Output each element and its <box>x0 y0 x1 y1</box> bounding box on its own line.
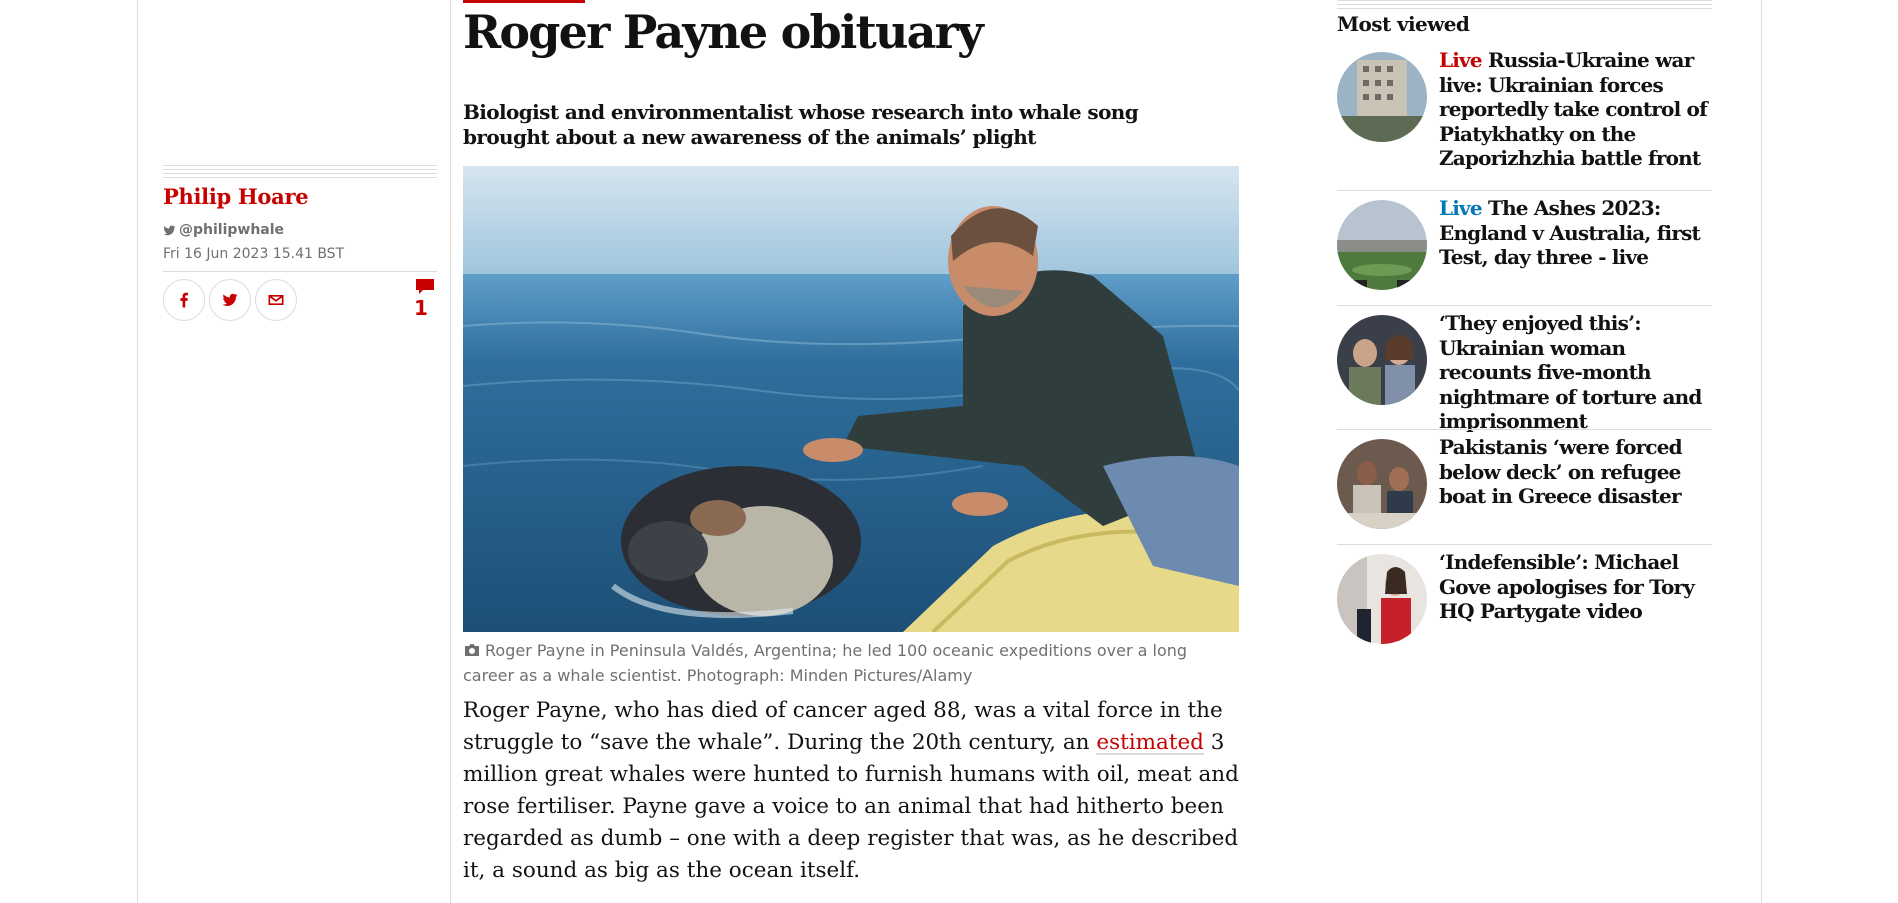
most-viewed-headline[interactable]: ‘They enjoyed this’: Ukrainian woman rec… <box>1439 311 1712 434</box>
most-viewed-title: Most viewed <box>1337 12 1470 36</box>
headline-text: ‘Indefensible’: Michael Gove apologises … <box>1439 550 1695 623</box>
live-kicker: Live <box>1439 48 1483 72</box>
main-photo[interactable] <box>463 166 1239 632</box>
item-separator <box>1337 544 1712 545</box>
most-viewed-item[interactable]: ‘They enjoyed this’: Ukrainian woman rec… <box>1337 305 1712 433</box>
headline-text: Pakistanis ‘were forced below deck’ on r… <box>1439 435 1683 508</box>
twitter-handle: @philipwhale <box>179 222 285 238</box>
share-email-button[interactable] <box>255 279 297 321</box>
meta-divider <box>163 271 437 272</box>
right-column-border <box>1761 0 1762 903</box>
most-viewed-headline[interactable]: ‘Indefensible’: Michael Gove apologises … <box>1439 550 1712 624</box>
twitter-handle-link[interactable]: @philipwhale <box>163 222 284 238</box>
caption-text: Roger Payne in Peninsula Valdés, Argenti… <box>463 641 1188 685</box>
live-kicker: Live <box>1439 196 1483 220</box>
facebook-icon <box>180 292 188 308</box>
estimated-link[interactable]: estimated <box>1096 730 1204 755</box>
most-viewed-headline[interactable]: Live Russia-Ukraine war live: Ukrainian … <box>1439 48 1712 171</box>
most-viewed-headline[interactable]: Pakistanis ‘were forced below deck’ on r… <box>1439 435 1712 509</box>
most-viewed-item[interactable]: ‘Indefensible’: Michael Gove apologises … <box>1337 544 1712 654</box>
twitter-bird-icon <box>163 225 176 235</box>
share-twitter-button[interactable] <box>209 279 251 321</box>
kicker-bar <box>463 0 585 3</box>
author-link[interactable]: Philip Hoare <box>163 184 309 209</box>
publish-date: Fri 16 Jun 2023 15.41 BST <box>163 246 345 262</box>
most-viewed-thumbnail <box>1337 315 1427 405</box>
photo-caption: Roger Payne in Peninsula Valdés, Argenti… <box>463 638 1239 688</box>
meta-rules <box>163 165 437 181</box>
item-separator <box>1337 190 1712 191</box>
twitter-icon <box>222 293 238 306</box>
most-viewed-rules <box>1337 0 1712 12</box>
most-viewed-thumbnail <box>1337 554 1427 644</box>
left-column-border <box>137 0 138 903</box>
most-viewed-item[interactable]: Live The Ashes 2023: England v Australia… <box>1337 190 1712 305</box>
most-viewed-headline[interactable]: Live The Ashes 2023: England v Australia… <box>1439 196 1712 270</box>
comment-icon[interactable] <box>415 278 435 296</box>
page-title: Roger Payne obituary <box>463 5 984 59</box>
most-viewed-thumbnail <box>1337 200 1427 290</box>
article-body: Roger Payne, who has died of cancer aged… <box>463 695 1253 887</box>
content-column-border <box>450 0 451 903</box>
item-separator <box>1337 429 1712 430</box>
item-separator <box>1337 305 1712 306</box>
email-icon <box>268 295 284 305</box>
most-viewed-thumbnail <box>1337 52 1427 142</box>
comment-count[interactable]: 1 <box>414 296 428 320</box>
most-viewed-item[interactable]: Live Russia-Ukraine war live: Ukrainian … <box>1337 48 1712 190</box>
most-viewed-item[interactable]: Pakistanis ‘were forced below deck’ on r… <box>1337 429 1712 544</box>
standfirst: Biologist and environmentalist whose res… <box>463 100 1139 149</box>
share-facebook-button[interactable] <box>163 279 205 321</box>
camera-icon <box>465 644 479 656</box>
most-viewed-thumbnail <box>1337 439 1427 529</box>
headline-text: ‘They enjoyed this’: Ukrainian woman rec… <box>1439 311 1702 433</box>
